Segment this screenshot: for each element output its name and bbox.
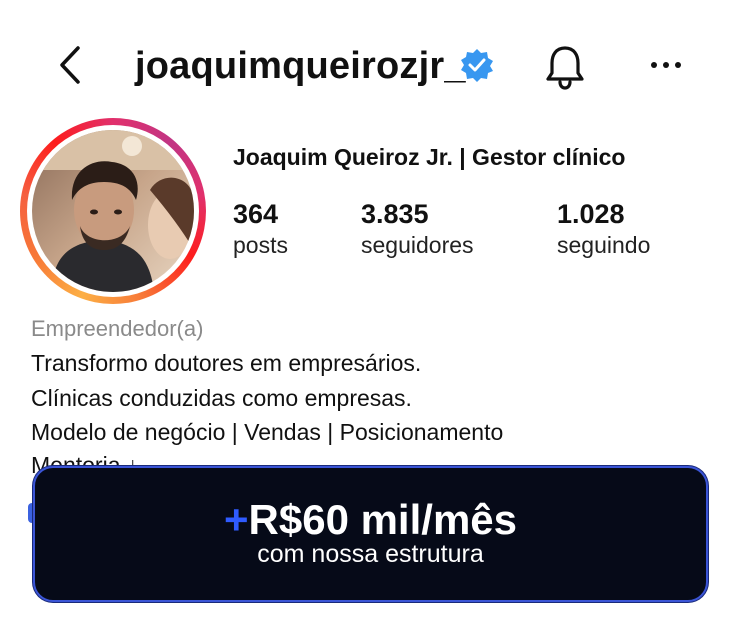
more-options-button[interactable]: [643, 50, 693, 80]
story-ring[interactable]: [20, 118, 206, 304]
stat-followers[interactable]: 3.835 seguidores: [361, 198, 474, 260]
avatar: [32, 130, 194, 292]
revenue-cta-banner[interactable]: +R$60 mil/mês com nossa estrutura: [33, 466, 708, 602]
cta-title-text: R$60 mil/mês: [248, 496, 518, 543]
bio-line: Transformo doutores em empresários.: [31, 350, 422, 376]
stat-value: 1.028: [557, 199, 625, 229]
display-name: Joaquim Queiroz Jr. | Gestor clínico: [233, 144, 626, 170]
bio-line: Clínicas conduzidas como empresas.: [31, 385, 412, 411]
profile-username: joaquimqueirozjr_: [135, 45, 466, 87]
bio-line: Modelo de negócio | Vendas | Posicioname…: [31, 419, 504, 445]
more-horizontal-icon: [651, 62, 681, 68]
back-button[interactable]: [52, 40, 92, 90]
stat-value: 364: [233, 199, 279, 229]
stat-value: 3.835: [361, 199, 429, 229]
stat-following[interactable]: 1.028 seguindo: [557, 198, 650, 260]
profile-category: Empreendedor(a): [31, 316, 204, 341]
cta-plus: +: [223, 496, 249, 543]
verified-badge-icon: [461, 49, 493, 82]
profile-header: joaquimqueirozjr_: [0, 30, 738, 100]
stat-posts[interactable]: 364 posts: [233, 198, 288, 260]
stat-label: seguidores: [361, 232, 474, 258]
bell-icon: [546, 46, 584, 90]
notifications-button[interactable]: [543, 42, 587, 92]
stat-label: seguindo: [557, 232, 651, 258]
cta-subtitle: com nossa estrutura: [257, 540, 484, 568]
chevron-left-icon: [60, 46, 80, 84]
cta-title: +R$60 mil/mês: [35, 496, 706, 544]
stat-label: posts: [233, 232, 288, 258]
